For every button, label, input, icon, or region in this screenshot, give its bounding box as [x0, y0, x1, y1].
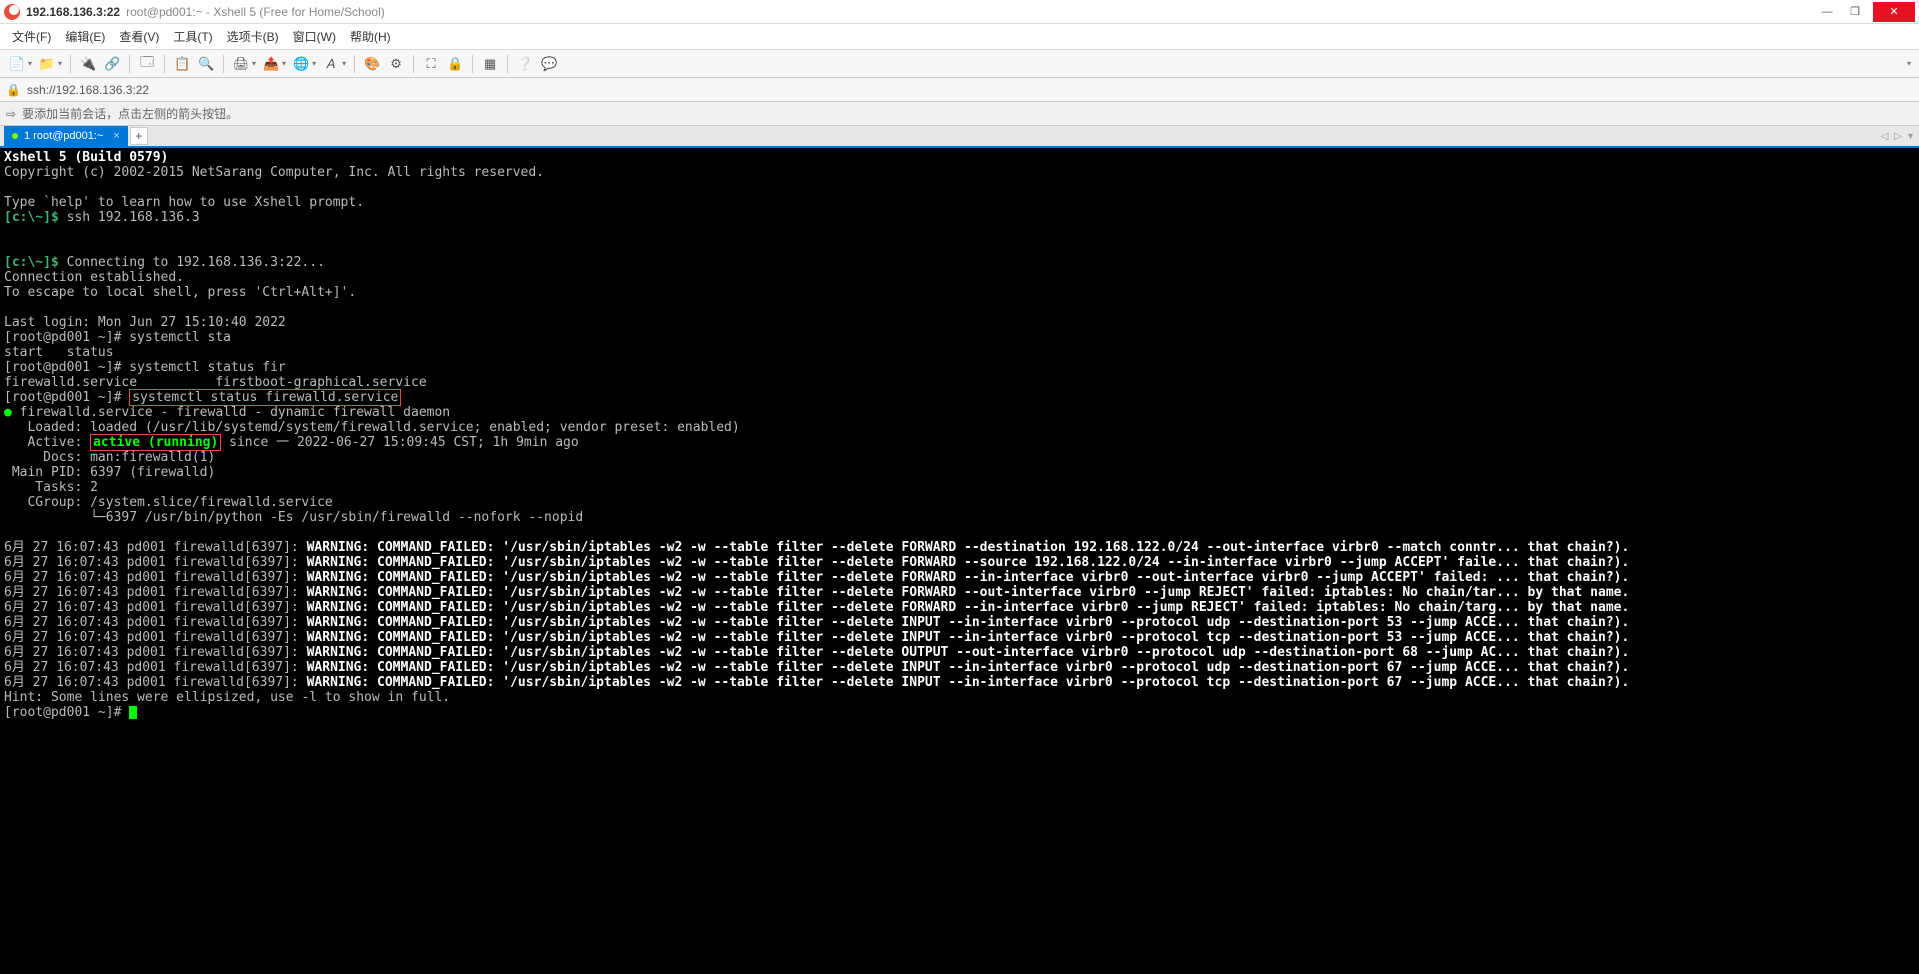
hint-bar: ⇨ 要添加当前会话，点击左侧的箭头按钮。 [0, 102, 1919, 126]
toolbar: 📄▾ 📁▾ 🔌 🔗 🗔 📋 🔍 🖨▾ 📤▾ 🌐▾ A▾ 🎨 ⚙ ⛶ 🔒 ▦ ❔ … [0, 50, 1919, 78]
app-icon [4, 4, 20, 20]
chat-icon[interactable]: 💬 [538, 53, 560, 75]
address-bar[interactable]: 🔒 ssh://192.168.136.3:22 [0, 78, 1919, 102]
layout-icon[interactable]: ▦ [479, 53, 501, 75]
menubar: 文件(F) 编辑(E) 查看(V) 工具(T) 选项卡(B) 窗口(W) 帮助(… [0, 24, 1919, 50]
fullscreen-icon[interactable]: ⛶ [420, 53, 442, 75]
hint-text: 要添加当前会话，点击左侧的箭头按钮。 [22, 105, 238, 122]
properties-icon[interactable]: 🗔 [136, 53, 158, 75]
minimize-button[interactable]: — [1813, 2, 1841, 22]
print-icon[interactable]: 🖨 [230, 53, 252, 75]
active-status: active (running) [93, 435, 218, 450]
new-session-icon[interactable]: 📄 [6, 53, 28, 75]
terminal[interactable]: Xshell 5 (Build 0579) Copyright (c) 2002… [0, 148, 1919, 974]
reconnect-icon[interactable]: 🔌 [77, 53, 99, 75]
lock-small-icon: 🔒 [6, 83, 21, 97]
globe-icon[interactable]: 🌐 [290, 53, 312, 75]
help-icon[interactable]: ❔ [514, 53, 536, 75]
font-icon[interactable]: A [320, 53, 342, 75]
tab-prev-icon[interactable]: ◁ [1881, 131, 1889, 142]
terminal-cursor [129, 706, 137, 719]
lock-icon[interactable]: 🔒 [444, 53, 466, 75]
toolbar-overflow-icon[interactable]: ▾ [1907, 59, 1911, 68]
find-icon[interactable]: 🔍 [195, 53, 217, 75]
menu-edit[interactable]: 编辑(E) [59, 25, 111, 48]
copy-icon[interactable]: 📋 [171, 53, 193, 75]
maximize-button[interactable]: ❐ [1841, 2, 1869, 22]
titlebar: 192.168.136.3:22 root@pd001:~ - Xshell 5… [0, 0, 1919, 24]
tab-status-icon [12, 133, 18, 139]
menu-tabs[interactable]: 选项卡(B) [221, 25, 285, 48]
menu-tools[interactable]: 工具(T) [167, 25, 218, 48]
highlighted-command: systemctl status firewalld.service [129, 389, 401, 406]
menu-file[interactable]: 文件(F) [6, 25, 57, 48]
address-text: ssh://192.168.136.3:22 [27, 83, 149, 97]
tab-list-icon[interactable]: ▾ [1908, 131, 1913, 142]
tab-close-icon[interactable]: × [113, 130, 119, 142]
encoding-icon[interactable]: ⚙ [385, 53, 407, 75]
disconnect-icon[interactable]: 🔗 [101, 53, 123, 75]
tab-label: 1 root@pd001:~ [24, 130, 103, 142]
open-session-icon[interactable]: 📁 [36, 53, 58, 75]
menu-window[interactable]: 窗口(W) [287, 25, 342, 48]
tab-strip: 1 root@pd001:~ × + ◁ ▷ ▾ [0, 126, 1919, 148]
add-tab-button[interactable]: + [130, 127, 148, 145]
color-scheme-icon[interactable]: 🎨 [361, 53, 383, 75]
title-host: 192.168.136.3:22 [26, 5, 120, 19]
menu-help[interactable]: 帮助(H) [344, 25, 397, 48]
menu-view[interactable]: 查看(V) [113, 25, 165, 48]
close-button[interactable]: ✕ [1873, 2, 1915, 22]
title-sub: root@pd001:~ - Xshell 5 (Free for Home/S… [126, 5, 385, 19]
tab-nav: ◁ ▷ ▾ [1881, 131, 1913, 142]
tab-next-icon[interactable]: ▷ [1894, 131, 1902, 142]
arrow-icon[interactable]: ⇨ [6, 107, 16, 121]
transfer-icon[interactable]: 📤 [260, 53, 282, 75]
terminal-content: Xshell 5 (Build 0579) Copyright (c) 2002… [4, 150, 1915, 720]
session-tab[interactable]: 1 root@pd001:~ × [4, 126, 128, 146]
